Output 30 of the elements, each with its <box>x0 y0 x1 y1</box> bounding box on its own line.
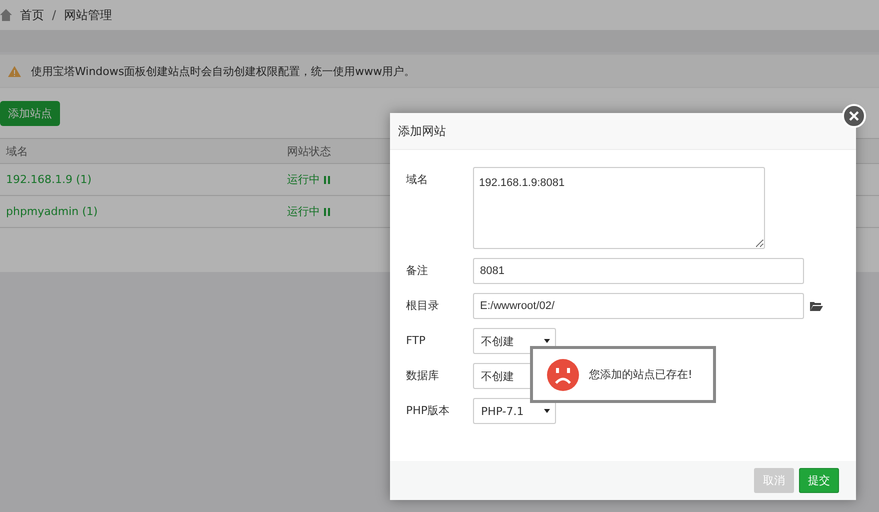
dialog-title: 添加网站 <box>390 113 856 150</box>
caret-icon <box>544 338 550 344</box>
status-text: 运行中 <box>287 204 320 219</box>
breadcrumb-link[interactable]: 首页 <box>20 6 44 24</box>
pause-icon[interactable] <box>324 176 330 184</box>
pause-icon[interactable] <box>324 208 330 216</box>
field-label: FTP <box>406 333 426 349</box>
toast-message: 您添加的站点已存在! <box>589 367 692 382</box>
field-label: 备注 <box>406 263 429 279</box>
column-header: 域名 <box>6 144 29 158</box>
field-label: 根目录 <box>406 298 440 314</box>
field-label: 域名 <box>406 172 429 188</box>
domain-textarea[interactable]: 192.168.1.9:8081 <box>473 167 765 249</box>
field-label: PHP版本 <box>406 403 451 419</box>
folder-icon[interactable] <box>810 301 823 311</box>
close-icon <box>849 111 859 121</box>
input-field[interactable]: 8081 <box>473 258 804 284</box>
select-dropdown[interactable]: PHP-7.1 <box>473 398 556 424</box>
select-dropdown[interactable]: 不创建 <box>473 328 556 354</box>
alert-text: 使用宝塔Windows面板创建站点时会自动创建权限配置，统一使用www用户。 <box>31 64 416 78</box>
breadcrumb-separator: / <box>52 8 56 22</box>
status-text: 运行中 <box>287 172 320 187</box>
column-header: 网站状态 <box>287 144 332 158</box>
home-icon[interactable] <box>0 9 12 21</box>
breadcrumb-link[interactable]: 网站管理 <box>64 6 112 24</box>
path-field[interactable]: E:/wwwroot/02/ <box>473 293 804 319</box>
caret-icon <box>544 408 550 414</box>
sad-face-icon <box>547 358 579 390</box>
field-label: 数据库 <box>406 368 440 384</box>
warning-icon <box>8 66 21 76</box>
